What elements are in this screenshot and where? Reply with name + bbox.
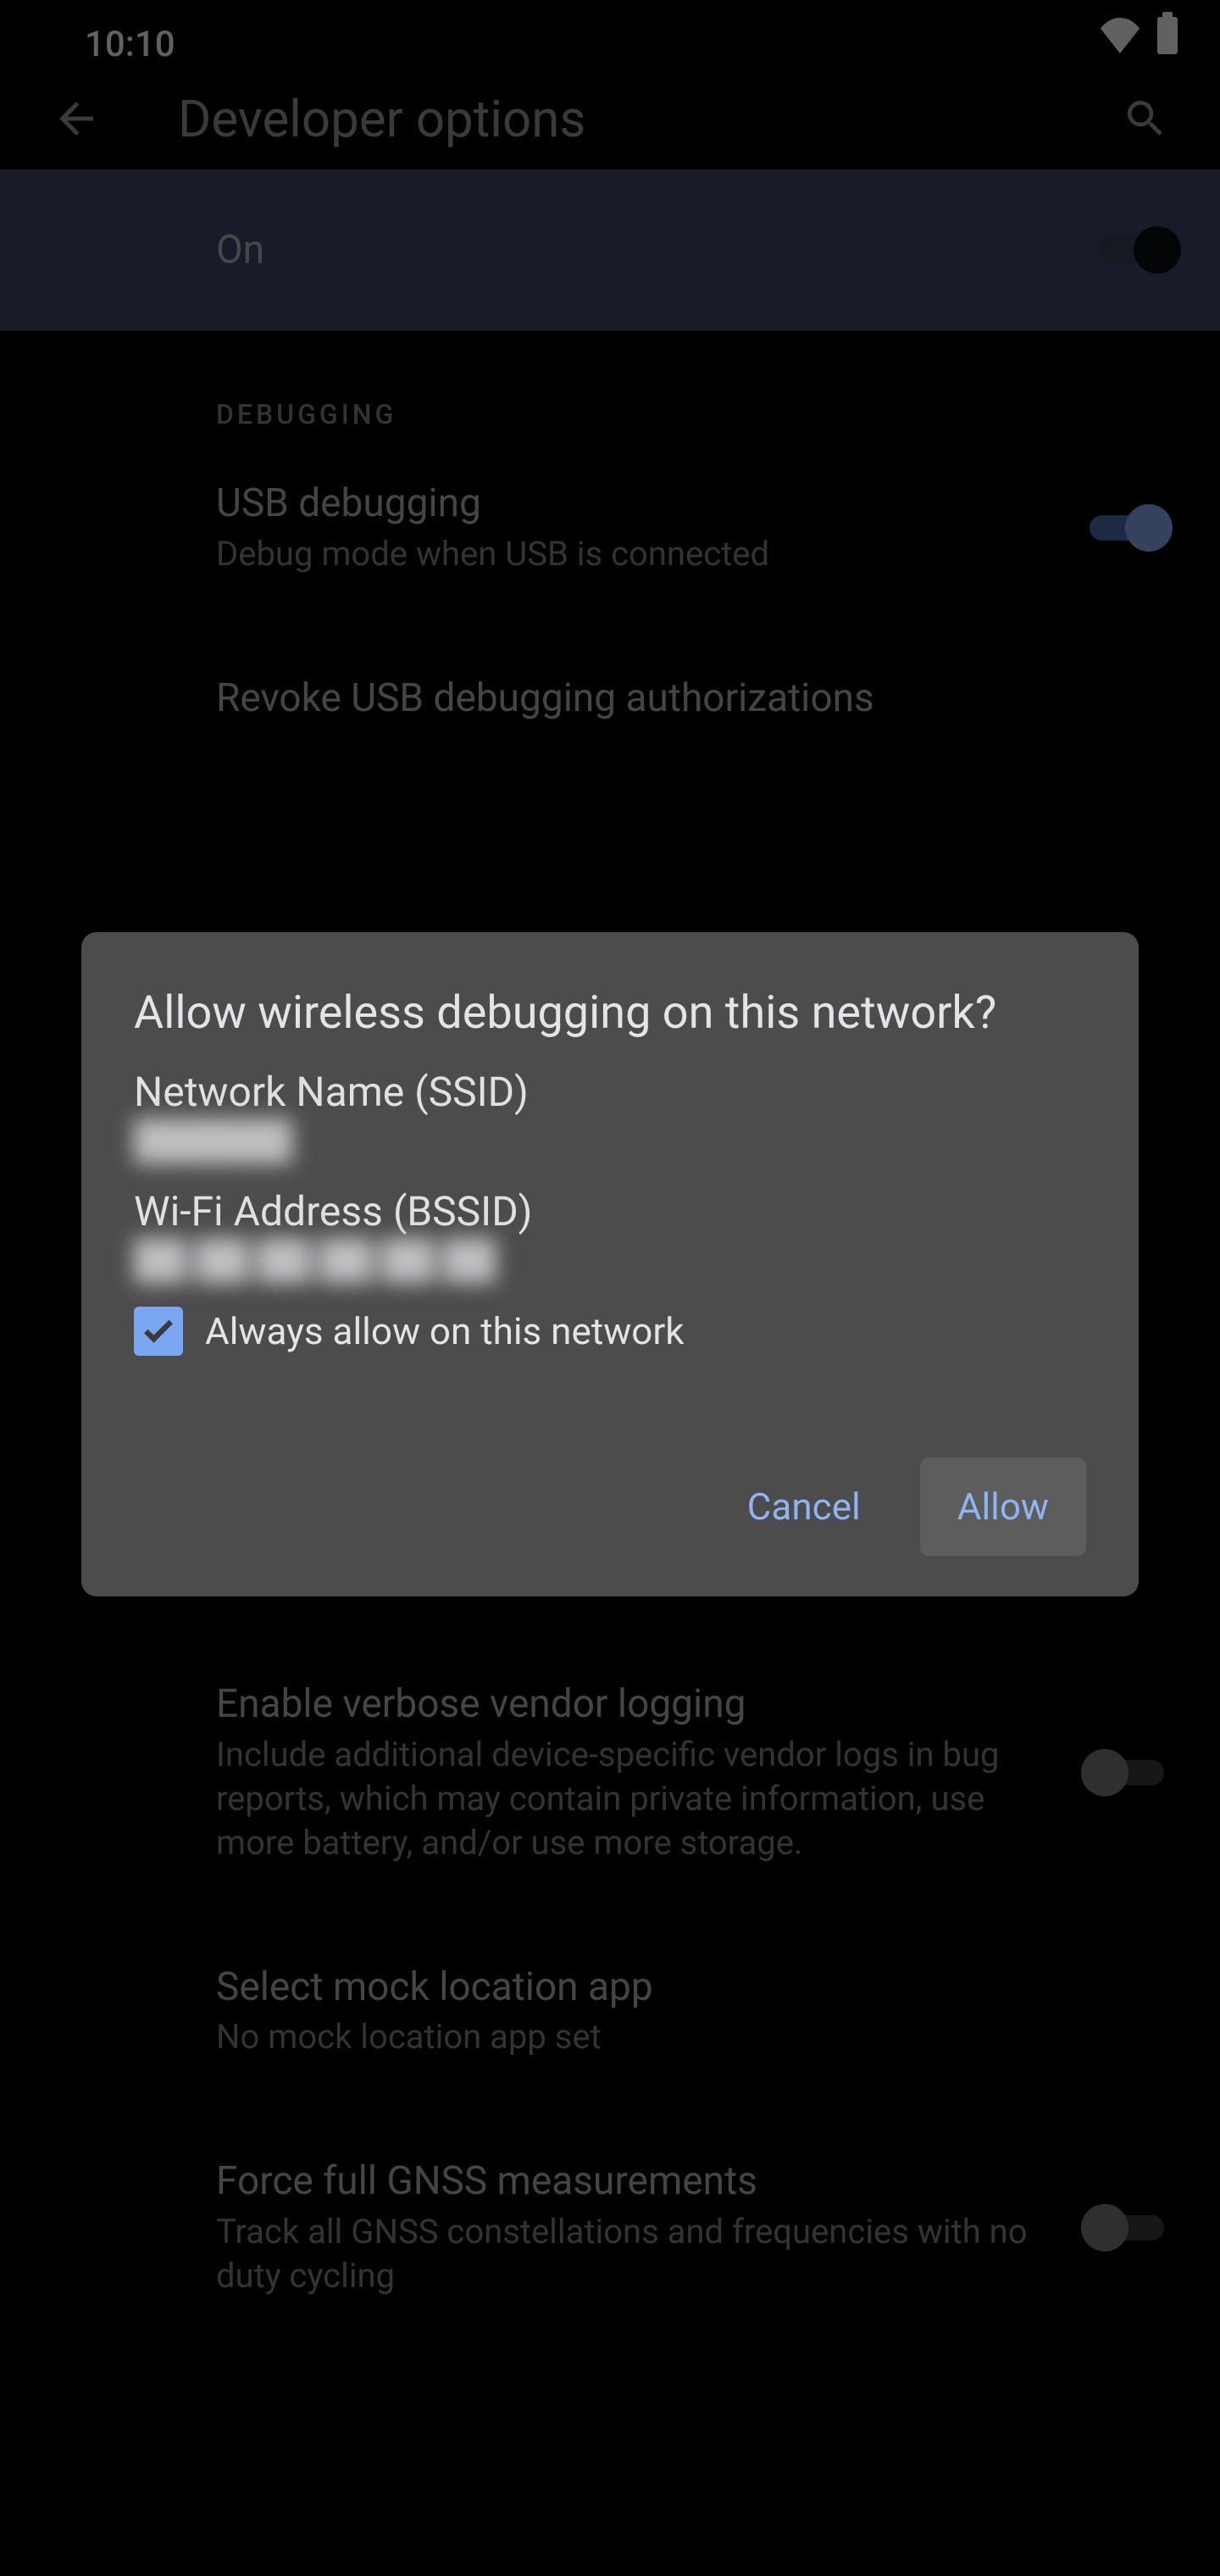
- always-allow-checkbox[interactable]: [134, 1307, 183, 1356]
- always-allow-label: Always allow on this network: [205, 1309, 685, 1353]
- allow-button[interactable]: Allow: [920, 1457, 1086, 1556]
- dialog-title: Allow wireless debugging on this network…: [134, 985, 1086, 1042]
- wireless-debugging-dialog: Allow wireless debugging on this network…: [81, 932, 1139, 1596]
- bssid-label: Wi-Fi Address (BSSID): [134, 1187, 1086, 1235]
- bssid-value: ██:██:██:██:██:██: [134, 1237, 1086, 1281]
- ssid-value: ██████: [134, 1118, 1086, 1162]
- cancel-button[interactable]: Cancel: [710, 1457, 898, 1556]
- ssid-label: Network Name (SSID): [134, 1068, 1086, 1116]
- always-allow-row[interactable]: Always allow on this network: [134, 1307, 1086, 1356]
